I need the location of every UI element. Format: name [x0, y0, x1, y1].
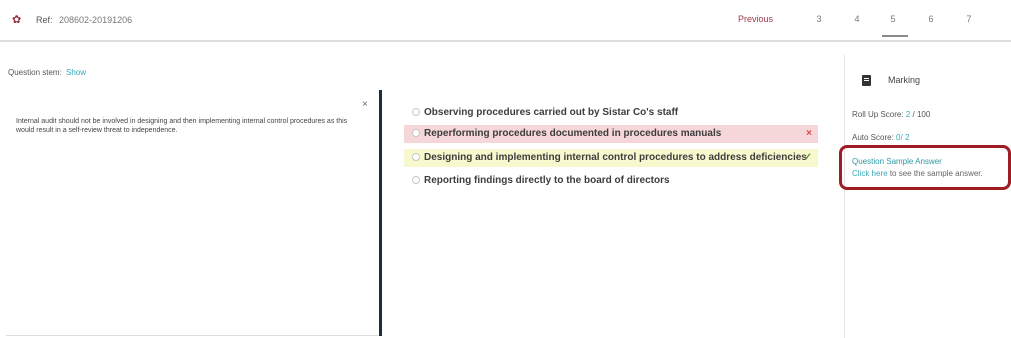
previous-link[interactable]: Previous — [738, 14, 773, 24]
answer-option-text: Reporting findings directly to the board… — [424, 175, 670, 186]
explanation-text: Internal audit should not be involved in… — [16, 118, 348, 134]
page-link-7[interactable]: 7 — [962, 14, 976, 24]
top-bar: ✿ Ref: 208602-20191206 Previous 3 4 5 6 … — [0, 0, 1011, 42]
auto-score: Auto Score: 0/ 2 — [852, 133, 909, 142]
marking-sidebar — [844, 55, 1011, 338]
answer-option[interactable]: Reporting findings directly to the board… — [404, 172, 818, 190]
radio-button[interactable] — [412, 176, 420, 184]
answer-option-correct[interactable]: Designing and implementing internal cont… — [404, 149, 818, 167]
ref-label: Ref: — [36, 15, 53, 25]
highlight-box — [839, 145, 1011, 190]
incorrect-icon: × — [806, 128, 812, 139]
answer-option-incorrect[interactable]: Reperforming procedures documented in pr… — [404, 125, 818, 143]
page-link-5-current[interactable]: 5 — [886, 14, 900, 24]
ref-value: 208602-20191206 — [59, 15, 133, 25]
question-stem-row: Question stem: Show — [8, 68, 86, 77]
marking-title: Marking — [888, 75, 921, 85]
answer-option[interactable]: Observing procedures carried out by Sist… — [404, 104, 818, 122]
auto-score-label: Auto Score: — [852, 133, 894, 142]
check-icon: ✓ — [803, 152, 812, 163]
current-page-indicator — [882, 35, 908, 37]
radio-button[interactable] — [412, 153, 420, 161]
answer-option-text: Reperforming procedures documented in pr… — [424, 128, 722, 139]
panel-divider[interactable] — [379, 90, 382, 336]
radio-button[interactable] — [412, 129, 420, 137]
page-link-4[interactable]: 4 — [850, 14, 864, 24]
roll-up-label: Roll Up Score: — [852, 110, 904, 119]
roll-up-value: 2 — [905, 110, 911, 119]
answer-option-text: Designing and implementing internal cont… — [424, 152, 807, 163]
answer-option-text: Observing procedures carried out by Sist… — [424, 107, 679, 118]
auto-score-total: / 2 — [900, 133, 910, 142]
gear-icon[interactable]: ✿ — [12, 15, 22, 26]
roll-up-total: / 100 — [912, 110, 931, 119]
radio-button[interactable] — [412, 108, 420, 116]
question-stem-label: Question stem: — [8, 68, 62, 77]
reference: Ref: 208602-20191206 — [36, 15, 132, 25]
page-link-6[interactable]: 6 — [924, 14, 938, 24]
page-link-3[interactable]: 3 — [812, 14, 826, 24]
document-icon — [862, 75, 871, 86]
show-stem-link[interactable]: Show — [66, 68, 86, 77]
roll-up-score: Roll Up Score: 2 / 100 — [852, 110, 930, 119]
close-icon[interactable]: × — [362, 99, 368, 110]
